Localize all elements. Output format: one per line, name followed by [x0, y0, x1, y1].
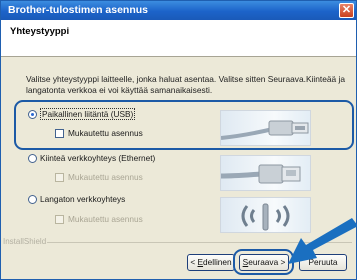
dialog-header: Yhteystyyppi	[1, 20, 356, 57]
close-icon: ✕	[341, 4, 352, 16]
checkbox-wireless-custom: Mukautettu asennus	[55, 214, 143, 224]
radio-ethernet-button[interactable]	[28, 153, 37, 163]
instructions-text: Valitse yhteystyyppi laitteelle, jonka h…	[26, 74, 346, 95]
checkbox-wireless-custom-label: Mukautettu asennus	[68, 214, 143, 224]
title-bar[interactable]: Brother-tulostimen asennus ✕	[1, 1, 356, 20]
radio-wireless[interactable]: Langaton verkkoyhteys	[28, 194, 125, 204]
back-button-label: dellinen	[203, 257, 232, 267]
usb-cable-icon	[220, 110, 311, 146]
radio-usb[interactable]: Paikallinen liitäntä (USB)	[28, 108, 136, 120]
radio-usb-label: Paikallinen liitäntä (USB)	[40, 108, 136, 120]
back-button[interactable]: < Edellinen	[187, 254, 235, 271]
close-button[interactable]: ✕	[339, 3, 354, 18]
page-title: Yhteystyyppi	[10, 26, 70, 37]
checkbox-wireless-custom-box	[55, 214, 64, 224]
radio-ethernet-label: Kiinteä verkkoyhteys (Ethernet)	[40, 153, 156, 163]
radio-wireless-label: Langaton verkkoyhteys	[40, 194, 126, 204]
installshield-brand: InstallShield	[3, 237, 47, 246]
checkbox-usb-custom-label: Mukautettu asennus	[68, 128, 143, 138]
checkbox-ethernet-custom-box	[55, 172, 64, 182]
radio-usb-button[interactable]	[28, 109, 37, 119]
radio-ethernet[interactable]: Kiinteä verkkoyhteys (Ethernet)	[28, 153, 155, 163]
window-title: Brother-tulostimen asennus	[8, 4, 149, 16]
radio-wireless-button[interactable]	[28, 194, 37, 204]
back-button-prefix: <	[190, 257, 198, 267]
checkbox-ethernet-custom: Mukautettu asennus	[55, 172, 143, 182]
checkbox-ethernet-custom-label: Mukautettu asennus	[68, 172, 143, 182]
pointer-arrow-icon	[288, 218, 357, 264]
checkbox-usb-custom[interactable]: Mukautettu asennus	[55, 128, 143, 138]
ethernet-cable-icon	[220, 155, 311, 191]
checkbox-usb-custom-box[interactable]	[55, 128, 64, 138]
